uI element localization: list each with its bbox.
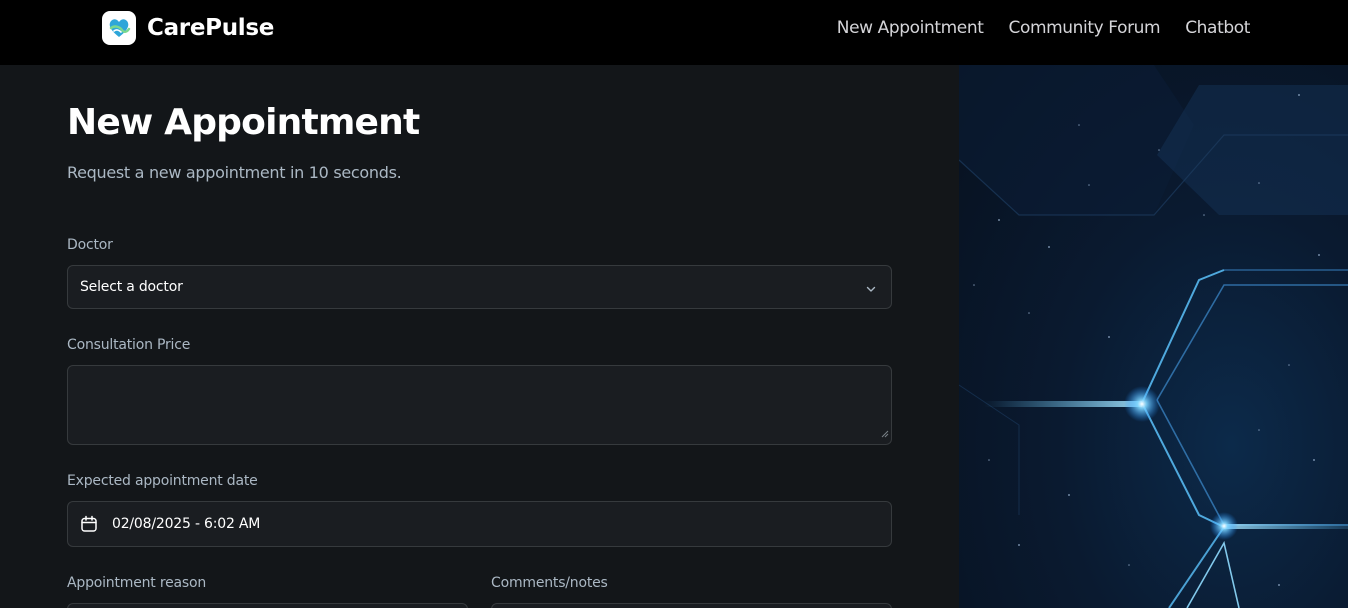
main-nav: New Appointment Community Forum Chatbot: [837, 18, 1251, 38]
hexagon-background-image: [959, 65, 1348, 608]
page-subtitle: Request a new appointment in 10 seconds.: [67, 163, 402, 182]
nav-community-forum[interactable]: Community Forum: [1009, 18, 1161, 38]
chevron-down-icon: [865, 280, 877, 299]
nav-new-appointment[interactable]: New Appointment: [837, 18, 984, 38]
nav-chatbot[interactable]: Chatbot: [1185, 18, 1250, 38]
appointment-reason-input[interactable]: [67, 603, 468, 608]
appointment-date-picker[interactable]: 02/08/2025 - 6:02 AM: [67, 501, 892, 547]
appointment-date-value: 02/08/2025 - 6:02 AM: [112, 516, 261, 532]
resize-handle-icon[interactable]: [880, 423, 889, 442]
doctor-label: Doctor: [67, 237, 113, 253]
doctor-select[interactable]: Select a doctor: [67, 265, 892, 309]
consultation-price-label: Consultation Price: [67, 337, 191, 353]
calendar-icon: [80, 515, 98, 533]
page-title: New Appointment: [67, 102, 420, 143]
appointment-date-label: Expected appointment date: [67, 473, 258, 489]
hexagon-glow-illustration: [959, 65, 1348, 608]
comments-notes-input[interactable]: [491, 603, 892, 608]
brand-name: CarePulse: [147, 15, 275, 41]
consultation-price-input[interactable]: [67, 365, 892, 445]
top-navigation-bar: CarePulse New Appointment Community Foru…: [0, 0, 1348, 65]
doctor-select-value: Select a doctor: [80, 279, 183, 295]
carepulse-logo-icon: [102, 11, 136, 45]
comments-notes-label: Comments/notes: [491, 575, 608, 591]
brand[interactable]: CarePulse: [102, 11, 274, 45]
appointment-reason-label: Appointment reason: [67, 575, 207, 591]
